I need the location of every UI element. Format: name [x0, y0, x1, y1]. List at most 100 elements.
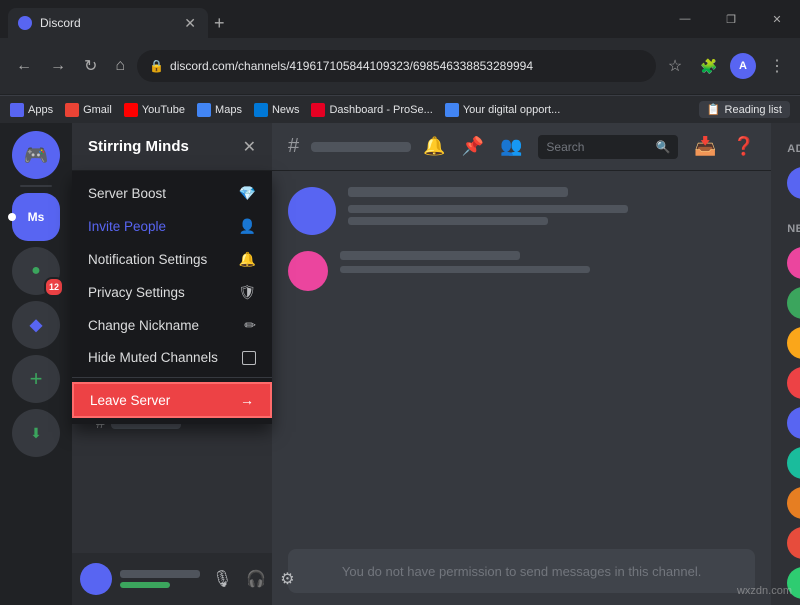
change-nickname-label: Change Nickname [88, 318, 199, 333]
message-bar-1b [348, 205, 628, 213]
help-icon[interactable]: ❓ [733, 136, 755, 157]
reading-list-icon: 📋 [707, 103, 721, 116]
invite-people-label: Invite People [88, 219, 166, 234]
deafen-button[interactable]: 🎧 [242, 565, 270, 593]
message-bar-2b [340, 266, 590, 273]
inbox-icon[interactable]: 📥 [694, 136, 716, 157]
tab-bar: Discord ✕ + — ❐ ✕ [0, 0, 800, 38]
discord-app: 🎮 Ms ● ◆ + ⬇ Stirring Minds ✕ Server Boo… [0, 123, 800, 605]
bookmark-youtube[interactable]: YouTube [124, 103, 185, 117]
channel-sidebar: Stirring Minds ✕ Server Boost 💎 Invite P… [72, 123, 272, 605]
maximize-button[interactable]: ❐ [708, 0, 754, 38]
member-avatar-2 [787, 287, 800, 319]
leave-server-label: Leave Server [90, 393, 170, 408]
menu-notification-settings[interactable]: Notification Settings 🔔 [72, 243, 272, 276]
notification-icon[interactable]: 🔔 [423, 136, 445, 157]
navigation-bar: ← → ↻ ⌂ 🔒 discord.com/channels/419617105… [0, 38, 800, 95]
search-placeholder: Search [546, 140, 649, 154]
extension-button[interactable]: 🧩 [696, 53, 722, 79]
member-avatar-3 [787, 327, 800, 359]
no-permissions-text: You do not have permission to send messa… [300, 564, 743, 579]
bookmark-digital-label: Your digital opport... [463, 104, 560, 116]
home-button[interactable]: ⌂ [109, 53, 131, 79]
search-bar[interactable]: Search 🔍 [538, 135, 678, 159]
server-2[interactable]: ● [12, 247, 60, 295]
bookmark-news-label: News [272, 104, 300, 116]
member-avatar-1 [787, 247, 800, 279]
profile-button[interactable]: A [730, 53, 756, 79]
server-ms[interactable]: Ms [12, 193, 60, 241]
server-3[interactable]: ◆ [12, 301, 60, 349]
bookmark-maps[interactable]: Maps [197, 103, 242, 117]
star-button[interactable]: ☆ [662, 53, 688, 79]
mute-button[interactable]: 🎙 [208, 565, 236, 593]
active-tab[interactable]: Discord ✕ [8, 8, 208, 38]
reload-button[interactable]: ↻ [78, 52, 103, 80]
bookmark-news[interactable]: News [254, 103, 300, 117]
member-5[interactable] [779, 403, 800, 443]
bookmark-dashboard-label: Dashboard - ProSe... [329, 104, 432, 116]
menu-leave-server[interactable]: Leave Server → [72, 382, 272, 418]
footer-actions: 🎙 🎧 ⚙ [208, 565, 299, 593]
chat-header-actions: 🔔 📌 👥 Search 🔍 📥 ❓ [423, 135, 755, 159]
member-7[interactable] [779, 483, 800, 523]
bookmark-digital[interactable]: Your digital opport... [445, 103, 560, 117]
message-1 [288, 187, 755, 235]
tab-close-button[interactable]: ✕ [182, 13, 198, 34]
leave-server-icon: → [240, 392, 254, 408]
menu-server-boost[interactable]: Server Boost 💎 [72, 177, 272, 210]
menu-hide-muted-channels[interactable]: Hide Muted Channels [72, 342, 272, 373]
browser-actions: ☆ 🧩 A ⋮ [662, 53, 790, 79]
member-6[interactable] [779, 443, 800, 483]
back-button[interactable]: ← [10, 53, 38, 79]
digital-favicon [445, 103, 459, 117]
pin-icon[interactable]: 📌 [462, 136, 484, 157]
maps-favicon [197, 103, 211, 117]
bookmark-dashboard[interactable]: Dashboard - ProSe... [311, 103, 432, 117]
menu-privacy-settings[interactable]: Privacy Settings 🛡 [72, 276, 272, 309]
window-controls: — ❐ ✕ [662, 0, 800, 38]
add-server-button[interactable]: + [12, 355, 60, 403]
more-button[interactable]: ⋮ [764, 53, 790, 79]
member-avatar-8 [787, 527, 800, 559]
apps-favicon [10, 103, 24, 117]
explore-servers-button[interactable]: ⬇ [12, 409, 60, 457]
menu-invite-people[interactable]: Invite People 👤 [72, 210, 272, 243]
address-bar[interactable]: 🔒 discord.com/channels/41961710584410932… [137, 50, 656, 82]
tab-favicon [18, 16, 32, 30]
chat-channel-name [311, 142, 411, 152]
settings-button[interactable]: ⚙ [276, 565, 298, 593]
reading-list-button[interactable]: 📋 Reading list [699, 101, 790, 118]
bookmark-gmail[interactable]: Gmail [65, 103, 112, 117]
server-2-icon: ● [31, 262, 41, 280]
member-4[interactable] [779, 363, 800, 403]
member-9[interactable] [779, 563, 800, 603]
member-2[interactable] [779, 283, 800, 323]
home-button[interactable]: 🎮 [12, 131, 60, 179]
chat-input[interactable]: You do not have permission to send messa… [288, 549, 755, 593]
minimize-button[interactable]: — [662, 0, 708, 38]
admin-member-1[interactable] [779, 163, 800, 203]
message-bar-1c [348, 217, 548, 225]
close-server-menu-icon[interactable]: ✕ [243, 137, 256, 157]
server-header[interactable]: Stirring Minds ✕ [72, 123, 272, 171]
close-button[interactable]: ✕ [754, 0, 800, 38]
member-3[interactable] [779, 323, 800, 363]
member-avatar-5 [787, 407, 800, 439]
privacy-settings-label: Privacy Settings [88, 285, 185, 300]
search-icon: 🔍 [655, 140, 670, 154]
member-8[interactable] [779, 523, 800, 563]
discord-logo: 🎮 [24, 143, 49, 168]
new-tab-button[interactable]: + [214, 13, 225, 34]
forward-button[interactable]: → [44, 53, 72, 79]
server-name: Stirring Minds [88, 138, 189, 155]
server-3-icon: ◆ [30, 315, 42, 335]
members-icon[interactable]: 👥 [500, 136, 522, 157]
sidebar-footer: 🎙 🎧 ⚙ [72, 553, 272, 605]
message-avatar-2 [288, 251, 328, 291]
dashboard-favicon [311, 103, 325, 117]
menu-change-nickname[interactable]: Change Nickname ✏ [72, 309, 272, 342]
member-1[interactable] [779, 243, 800, 283]
notification-dot [8, 213, 16, 221]
bookmark-apps[interactable]: Apps [10, 103, 53, 117]
